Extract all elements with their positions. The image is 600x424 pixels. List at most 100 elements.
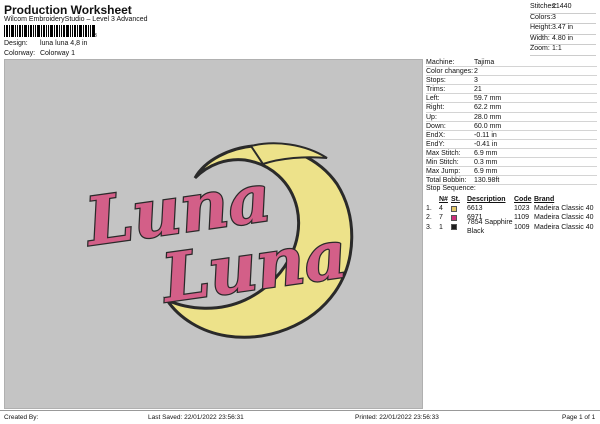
needle-number: 4 [439, 205, 443, 213]
colorway-label: Colorway: [4, 50, 36, 57]
summary-label: Colors: [530, 13, 553, 21]
summary-value: 1:1 [552, 45, 562, 52]
header-n: N# [439, 196, 448, 203]
info-value: 59.7 mm [474, 95, 502, 103]
last-saved: Last Saved: 22/01/2022 23:56:31 [148, 414, 244, 421]
stop-row: 1. 4 6613 1023 Madeira Classic 40 [426, 204, 597, 213]
design-artwork: Luna Luna [78, 142, 354, 339]
header-st: St. [451, 196, 460, 203]
info-row: Up: 28.0 mm [426, 113, 597, 122]
info-row: Color changes: 2 [426, 67, 597, 77]
summary-row-width: Width: 4.80 in [530, 34, 596, 45]
worksheet-title: Production Worksheet [4, 3, 132, 17]
needle-number: 7 [439, 214, 443, 222]
info-row: Max Stitch: 6.9 mm [426, 149, 597, 159]
header-description: Description [467, 196, 506, 203]
info-label: Max Jump: [426, 168, 461, 176]
info-value: 3 [474, 77, 478, 85]
page-number: Page 1 of 1 [562, 414, 596, 421]
summary-label: Zoom: [530, 45, 550, 52]
info-value: 6.9 mm [474, 168, 498, 176]
info-value: 0.3 mm [474, 159, 498, 167]
stop-sequence-table: N# St. Description Code Brand 1. 4 6613 … [426, 195, 597, 235]
info-label: Stops: [426, 77, 446, 85]
info-row: EndY: -0.41 in [426, 140, 597, 149]
thread-brand: Madeira Classic 40 [534, 205, 594, 213]
colorway-value: Colorway 1 [39, 50, 75, 57]
info-label: Color changes: [426, 68, 474, 76]
info-row: Min Stitch: 0.3 mm [426, 158, 597, 168]
info-row: Down: 60.0 mm [426, 122, 597, 131]
barcode [4, 25, 95, 37]
thread-brand: Madeira Classic 40 [534, 223, 594, 231]
summary-value: 3.47 in [552, 24, 574, 31]
thread-code: 1023 [514, 205, 530, 213]
info-row: EndX: -0.11 in [426, 131, 597, 140]
info-row: Total Bobbin: 130.98ft [426, 176, 597, 186]
thread-brand: Madeira Classic 40 [534, 214, 594, 222]
created-by: Created By: [4, 414, 39, 421]
info-value: 21 [474, 86, 482, 94]
info-row: Right: 62.2 mm [426, 103, 597, 113]
summary-value: 4.80 in [552, 34, 574, 42]
summary-row-stitches: Stitches: 21440 [530, 3, 596, 14]
info-label: Total Bobbin: [426, 177, 467, 185]
machine-info-table: Machine: Tajima Color changes: 2 Stops: 3 T… [426, 58, 597, 186]
summary-label: Stitches: [530, 3, 557, 10]
info-value: -0.41 in [474, 140, 498, 148]
needle-number: 1 [439, 223, 443, 231]
header-brand: Brand [534, 196, 555, 203]
info-value: 28.0 mm [474, 113, 502, 121]
thread-code: 1109 [514, 214, 530, 222]
info-row: Stops: 3 [426, 76, 597, 86]
summary-panel: Stitches: 21440 Colors: 3 Height: 3.47 in W… [530, 3, 596, 56]
summary-label: Width: [530, 34, 550, 42]
software-subtitle: Wilcom EmbroideryStudio – Level 3 Advanc… [4, 16, 148, 23]
colorway-row: Colorway: Colorway 1 [4, 50, 75, 57]
stop-row: 3. 1 7854 Sapphire Black 1009 Madeira Cl… [426, 219, 597, 235]
printed-date: Printed: 22/01/2022 23:56:33 [355, 414, 439, 421]
info-label: Down: [426, 122, 446, 130]
info-label: EndY: [426, 140, 445, 148]
summary-label: Height: [530, 24, 553, 31]
info-value: 130.98ft [474, 177, 500, 185]
info-row: Trims: 21 [426, 85, 597, 95]
summary-value: 3 [552, 13, 556, 21]
thread-code: 1009 [514, 223, 530, 231]
summary-row-colors: Colors: 3 [530, 13, 596, 24]
color-swatch [451, 224, 457, 231]
thread-description: 7854 [467, 218, 483, 226]
info-value: 60.0 mm [474, 122, 502, 130]
info-label: Right: [426, 104, 445, 112]
info-value: 62.2 mm [474, 104, 502, 112]
summary-row-zoom: Zoom: 1:1 [530, 45, 596, 56]
design-label: Design: [4, 40, 28, 47]
stop-sequence-title: Stop Sequence: [426, 185, 476, 192]
info-label: EndX: [426, 131, 446, 139]
info-row: Machine: Tajima [426, 58, 597, 68]
stop-number: 1. [426, 205, 432, 213]
info-row: Left: 59.7 mm [426, 94, 597, 104]
design-value: luna luna 4,8 in [39, 40, 88, 47]
info-value: 6.9 mm [474, 149, 498, 157]
design-preview-canvas: Luna Luna [4, 59, 423, 409]
info-label: Machine: [426, 59, 455, 66]
summary-value: 21440 [552, 3, 572, 10]
info-row: Max Jump: 6.9 mm [426, 167, 597, 177]
stop-sequence-header: N# St. Description Code Brand [426, 195, 597, 204]
info-label: Max Stitch: [426, 149, 461, 157]
stop-number: 2. [426, 214, 432, 222]
info-value: -0.11 in [474, 131, 497, 139]
design-row: Design: luna luna 4,8 in [4, 40, 87, 47]
summary-row-height: Height: 3.47 in [530, 24, 596, 35]
info-value: 2 [474, 68, 478, 76]
header-code: Code [514, 196, 532, 203]
color-swatch [451, 205, 457, 212]
info-label: Min Stitch: [426, 159, 459, 167]
stop-number: 3. [426, 223, 432, 231]
footer: Created By: Last Saved: 22/01/2022 23:56… [0, 410, 600, 424]
barcode-number: 3 [94, 33, 97, 39]
info-value: Tajima [474, 59, 495, 66]
info-label: Trims: [426, 86, 446, 94]
info-label: Left: [426, 95, 440, 103]
